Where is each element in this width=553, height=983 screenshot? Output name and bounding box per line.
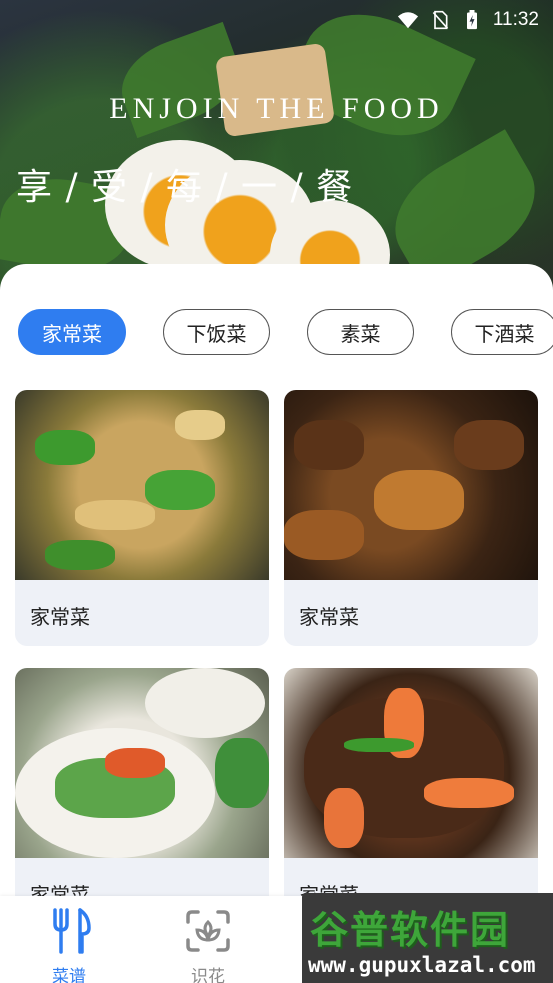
recipe-title: 家常菜 xyxy=(30,605,90,629)
nav-item-identify-flower[interactable]: 识花 xyxy=(168,908,248,983)
recipe-photo xyxy=(284,390,538,580)
category-tab-homestyle[interactable]: 家常菜 xyxy=(18,309,126,355)
recipe-card[interactable]: 家常菜 xyxy=(15,668,269,924)
recipe-photo xyxy=(284,668,538,858)
recipe-photo xyxy=(15,390,269,580)
recipe-card[interactable]: 家常菜 xyxy=(15,390,269,646)
nav-item-recipes[interactable]: 菜谱 xyxy=(29,908,109,983)
watermark-url: www.gupuxlazal.com xyxy=(308,953,536,977)
no-sim-icon xyxy=(432,10,448,30)
watermark-logo: 谷普软件园 www.gupuxlazal.com xyxy=(302,893,553,983)
hero-title-cn: 享 / 受 / 每 / 一 / 餐 xyxy=(16,167,354,208)
content-sheet: 家常菜 下饭菜 素菜 下酒菜 家常菜 家常菜 家常菜 xyxy=(0,264,553,983)
nav-label-identify-flower: 识花 xyxy=(191,967,225,983)
nav-label-recipes: 菜谱 xyxy=(52,967,86,983)
watermark-text: 谷普软件园 xyxy=(310,908,511,952)
recipe-card[interactable]: 家常菜 xyxy=(284,390,538,646)
recipe-card[interactable]: 家常菜 xyxy=(284,668,538,924)
hero-title-en: ENJOIN THE FOOD xyxy=(109,92,444,125)
fork-knife-icon xyxy=(53,908,91,954)
hero-banner: 11:32 ENJOIN THE FOOD 享 / 受 / 每 / 一 / 餐 xyxy=(0,0,553,300)
status-bar: 11:32 xyxy=(0,0,553,40)
wifi-icon xyxy=(397,12,418,29)
recipe-photo xyxy=(15,668,269,858)
battery-charging-icon xyxy=(466,10,477,30)
category-tab-rice-dishes[interactable]: 下饭菜 xyxy=(163,309,270,355)
status-time: 11:32 xyxy=(492,9,539,30)
recipe-title: 家常菜 xyxy=(299,605,359,629)
category-tab-vegetarian[interactable]: 素菜 xyxy=(307,309,414,355)
flower-scan-icon xyxy=(186,910,230,952)
category-tab-drinking-snacks[interactable]: 下酒菜 xyxy=(451,309,553,355)
category-tabs: 家常菜 下饭菜 素菜 下酒菜 xyxy=(18,309,553,355)
